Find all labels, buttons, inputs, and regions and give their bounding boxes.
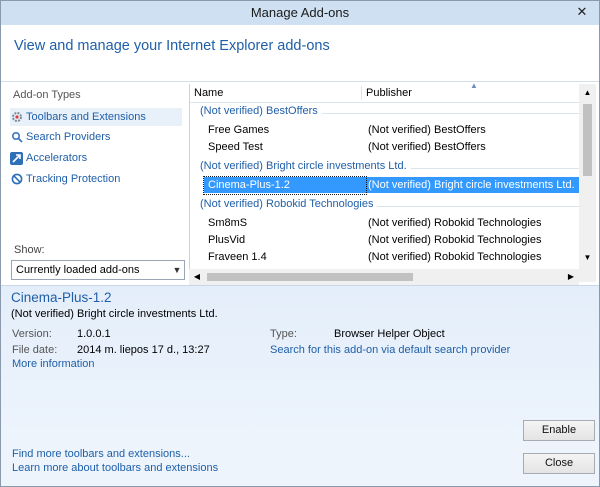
window-title: Manage Add-ons <box>250 5 350 20</box>
addon-name: Free Games <box>208 124 270 136</box>
tracking-protection-icon <box>10 173 23 186</box>
scroll-thumb[interactable] <box>207 273 413 281</box>
addons-list: Name Publisher ▲ (Not verified) BestOffe… <box>189 81 584 282</box>
addon-publisher: (Not verified) Robokid Technologies <box>368 251 542 263</box>
manage-addons-window: Manage Add-ons ✕ View and manage your In… <box>0 0 600 487</box>
details-panel: Cinema-Plus-1.2 (Not verified) Bright ci… <box>1 285 599 443</box>
list-group-header: (Not verified) Bright circle investments… <box>190 159 584 175</box>
type-value: Browser Helper Object <box>334 328 445 340</box>
addon-name: Fraveen 1.4 <box>208 251 267 263</box>
table-row[interactable]: PlusVid (Not verified) Robokid Technolog… <box>190 232 582 249</box>
learn-more-extensions-link[interactable]: Learn more about toolbars and extensions <box>12 462 218 474</box>
search-icon <box>10 131 23 144</box>
group-title: (Not verified) Robokid Technologies <box>200 198 378 210</box>
addon-publisher: (Not verified) Robokid Technologies <box>368 234 542 246</box>
scroll-up-icon[interactable]: ▲ <box>579 84 596 101</box>
table-row[interactable]: Free Games (Not verified) BestOffers <box>190 122 582 139</box>
close-button[interactable]: Close <box>523 453 595 474</box>
show-filter-select[interactable]: Currently loaded add-ons ▼ <box>11 260 185 280</box>
addon-type-label: Toolbars and Extensions <box>26 111 146 123</box>
scroll-left-icon[interactable]: ◀ <box>189 269 205 285</box>
find-more-extensions-link[interactable]: Find more toolbars and extensions... <box>12 448 190 460</box>
scroll-thumb[interactable] <box>583 104 592 176</box>
window-close-button[interactable]: ✕ <box>573 4 591 20</box>
group-title: (Not verified) BestOffers <box>200 105 322 117</box>
addon-type-label: Search Providers <box>26 131 111 143</box>
show-filter-value: Currently loaded add-ons <box>16 264 140 276</box>
list-column-header: Name Publisher ▲ <box>190 81 584 103</box>
scroll-right-icon[interactable]: ▶ <box>563 269 579 285</box>
column-name-header[interactable]: Name <box>194 87 223 99</box>
addon-name: PlusVid <box>208 234 246 246</box>
selected-addon-publisher: (Not verified) Bright circle investments… <box>11 308 218 320</box>
addon-types-title: Add-on Types <box>13 89 81 101</box>
table-row[interactable]: Speed Test (Not verified) BestOffers <box>190 139 582 156</box>
scroll-down-icon[interactable]: ▼ <box>579 249 596 266</box>
addon-types-pane: Add-on Types Toolbars and Extensions Sea… <box>7 84 185 282</box>
list-group-header: (Not verified) BestOffers <box>190 104 584 120</box>
table-row[interactable]: Fraveen 1.4 (Not verified) Robokid Techn… <box>190 249 582 266</box>
show-label: Show: <box>14 244 45 256</box>
addon-type-label: Accelerators <box>26 152 88 164</box>
version-value: 1.0.0.1 <box>77 328 111 340</box>
more-information-link[interactable]: More information <box>12 358 95 370</box>
vertical-scrollbar[interactable]: ▲ ▼ <box>579 84 596 282</box>
column-publisher-header[interactable]: Publisher <box>366 87 412 99</box>
footer: Find more toolbars and extensions... Lea… <box>1 442 599 486</box>
table-row[interactable]: Sm8mS (Not verified) Robokid Technologie… <box>190 215 582 232</box>
addon-type-toolbars-extensions[interactable]: Toolbars and Extensions <box>10 108 182 126</box>
filedate-label: File date: <box>12 344 58 356</box>
enable-button[interactable]: Enable <box>523 420 595 441</box>
type-label: Type: <box>270 328 297 340</box>
addon-publisher: (Not verified) Robokid Technologies <box>368 217 542 229</box>
addon-publisher: (Not verified) BestOffers <box>368 124 486 136</box>
addon-type-label: Tracking Protection <box>26 173 121 185</box>
column-separator <box>361 86 362 100</box>
group-title: (Not verified) Bright circle investments… <box>200 160 411 172</box>
chevron-down-icon: ▼ <box>172 265 182 275</box>
table-row-selected[interactable]: Cinema-Plus-1.2 (Not verified) Bright ci… <box>190 176 582 195</box>
filedate-value: 2014 m. liepos 17 d., 13:27 <box>77 344 210 356</box>
header: View and manage your Internet Explorer a… <box>1 25 599 82</box>
sort-arrow-icon: ▲ <box>470 81 478 90</box>
addon-publisher: (Not verified) Bright circle investments… <box>368 179 575 191</box>
addon-name: Cinema-Plus-1.2 <box>208 179 290 191</box>
addon-publisher: (Not verified) BestOffers <box>368 141 486 153</box>
addon-name: Sm8mS <box>208 217 248 229</box>
search-addon-link[interactable]: Search for this add-on via default searc… <box>270 344 510 356</box>
selected-addon-name: Cinema-Plus-1.2 <box>11 290 112 305</box>
horizontal-scrollbar[interactable]: ◀ ▶ <box>189 269 579 285</box>
version-label: Version: <box>12 328 52 340</box>
gear-icon <box>10 111 23 124</box>
title-bar: Manage Add-ons ✕ <box>1 1 599 25</box>
addon-type-tracking-protection[interactable]: Tracking Protection <box>10 170 182 188</box>
list-group-header: (Not verified) Robokid Technologies <box>190 197 584 213</box>
addon-type-accelerators[interactable]: Accelerators <box>10 149 182 167</box>
addon-name: Speed Test <box>208 141 263 153</box>
accelerator-icon <box>10 151 23 165</box>
addon-type-search-providers[interactable]: Search Providers <box>10 128 182 146</box>
page-heading: View and manage your Internet Explorer a… <box>14 38 330 54</box>
